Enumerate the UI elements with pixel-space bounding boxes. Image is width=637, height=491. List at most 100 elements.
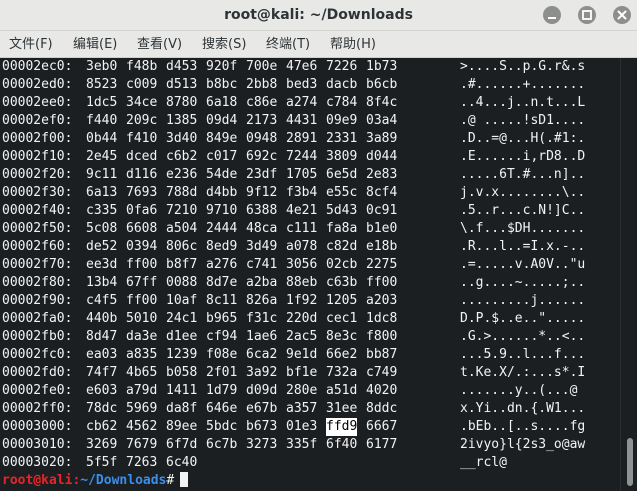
hex-word: cf94 (206, 329, 238, 344)
hex-word: ff00 (126, 257, 158, 272)
hex-word: 2f01 (206, 365, 238, 380)
hex-word: 8ddc (366, 401, 398, 416)
hex-word: 3269 (86, 437, 118, 452)
hex-word: 3d49 (246, 239, 278, 254)
hex-ascii: .E......i,rD8..D (460, 149, 586, 164)
hex-word: 47e6 (286, 59, 318, 74)
hex-word: 8c11 (206, 293, 238, 308)
hex-word: de52 (86, 239, 118, 254)
hex-word: 8523 (86, 77, 118, 92)
hex-word: f410 (126, 131, 158, 146)
hex-word: f08e (206, 347, 238, 362)
hex-word: c784 (326, 95, 358, 110)
hex-word: d1ee (166, 329, 198, 344)
maximize-button[interactable] (578, 6, 596, 24)
hex-ascii: .#......+....... (460, 77, 586, 92)
hex-word: b6cb (366, 77, 398, 92)
close-button[interactable] (613, 6, 631, 24)
hex-word: 9710 (206, 203, 238, 218)
hex-word: a504 (166, 221, 198, 236)
hex-word: a79d (126, 383, 158, 398)
hex-word: 7244 (286, 149, 318, 164)
menu-search[interactable]: 搜索(S) (202, 31, 246, 58)
hex-word: e603 (86, 383, 118, 398)
hex-word: 788d (166, 185, 198, 200)
menu-file[interactable]: 文件(F) (9, 31, 53, 58)
hex-word: 280e (286, 383, 318, 398)
hex-word: 220d (286, 311, 318, 326)
hex-word: 74f7 (86, 365, 118, 380)
hex-word: e236 (166, 167, 198, 182)
hex-word: da8f (166, 401, 198, 416)
hex-word: 2891 (286, 131, 318, 146)
hex-ascii: ..g....~.....;.. (460, 275, 586, 290)
scrollbar-thumb[interactable] (627, 438, 633, 486)
hex-word: 1239 (166, 347, 198, 362)
hex-word: b673 (246, 419, 278, 434)
hex-word: 6f7d (166, 437, 198, 452)
hex-offset: 00002ef0: (2, 113, 73, 128)
minimize-button[interactable] (543, 6, 561, 24)
hex-word: d4bb (206, 185, 238, 200)
hex-word: c335 (86, 203, 118, 218)
hex-word: e55c (326, 185, 358, 200)
hex-offset: 00003000: (2, 419, 73, 434)
shell-prompt[interactable]: root@kali:~/Downloads# (2, 472, 189, 490)
hex-word: 6f40 (326, 437, 358, 452)
hex-word: f800 (366, 329, 398, 344)
hex-word: 9f12 (246, 185, 278, 200)
menu-edit[interactable]: 编辑(E) (73, 31, 117, 58)
terminal-window: root@kali: ~/Downloads 文件(F) 编辑(E) 查看(V)… (0, 0, 637, 491)
hex-offset: 00002fb0: (2, 329, 73, 344)
hex-word: 0948 (246, 131, 278, 146)
hex-word: d453 (166, 59, 198, 74)
hex-word: 8d7e (206, 275, 238, 290)
menu-terminal[interactable]: 终端(T) (266, 31, 310, 58)
hex-offset: 00002f30: (2, 185, 73, 200)
hex-word: ff00 (126, 293, 158, 308)
hex-word: ea03 (86, 347, 118, 362)
hex-word: 4020 (366, 383, 398, 398)
hex-word: b965 (206, 311, 238, 326)
hex-word: 1205 (326, 293, 358, 308)
hex-word: 440b (86, 311, 118, 326)
hex-word: 6c40 (166, 455, 198, 470)
hex-word: a2ba (246, 275, 278, 290)
hex-ascii: .........j...... (460, 293, 586, 308)
hex-ascii: .@ .....!sD1.... (460, 113, 586, 128)
hex-word: 1d79 (206, 383, 238, 398)
hex-word: 2e45 (86, 149, 118, 164)
vertical-scrollbar[interactable] (620, 58, 637, 491)
hex-word: a276 (206, 257, 238, 272)
hex-ascii: .5..r...c.N!]C.. (460, 203, 586, 218)
hex-word: 2275 (366, 257, 398, 272)
menu-help[interactable]: 帮助(H) (330, 31, 376, 58)
hex-word: 6388 (246, 203, 278, 218)
hex-word: 1dc5 (86, 95, 118, 110)
hex-offset: 00002fd0: (2, 365, 73, 380)
minimize-icon (548, 17, 556, 19)
hex-word: c6b2 (166, 149, 198, 164)
hex-word: 9c11 (86, 167, 118, 182)
hex-word: 67ff (126, 275, 158, 290)
hex-word: 2bb8 (246, 77, 278, 92)
hex-offset: 00002fe0: (2, 383, 73, 398)
hex-word: bb87 (366, 347, 398, 362)
hex-word: 7693 (126, 185, 158, 200)
hex-offset: 00002f70: (2, 257, 73, 272)
hex-ascii: .......y..(...@ (460, 383, 586, 398)
hex-word: dced (126, 149, 158, 164)
hex-offset: 00002ec0: (2, 59, 73, 74)
hex-word: dacb (326, 77, 358, 92)
hex-word: da3e (126, 329, 158, 344)
hex-offset: 00003020: (2, 455, 73, 470)
hex-ascii: j.v.x........\.. (460, 185, 586, 200)
title-bar[interactable]: root@kali: ~/Downloads (0, 0, 637, 31)
hex-word: a078 (286, 239, 318, 254)
hex-word: a357 (286, 401, 318, 416)
menu-view[interactable]: 查看(V) (137, 31, 182, 58)
terminal-output[interactable]: 00002ec0: 3eb0 f48b d453 920f 700e 47e6 7226 1b7… (0, 58, 620, 491)
hex-offset: 00002ee0: (2, 95, 73, 110)
hex-word: 09d4 (206, 113, 238, 128)
hex-offset: 00002f40: (2, 203, 73, 218)
